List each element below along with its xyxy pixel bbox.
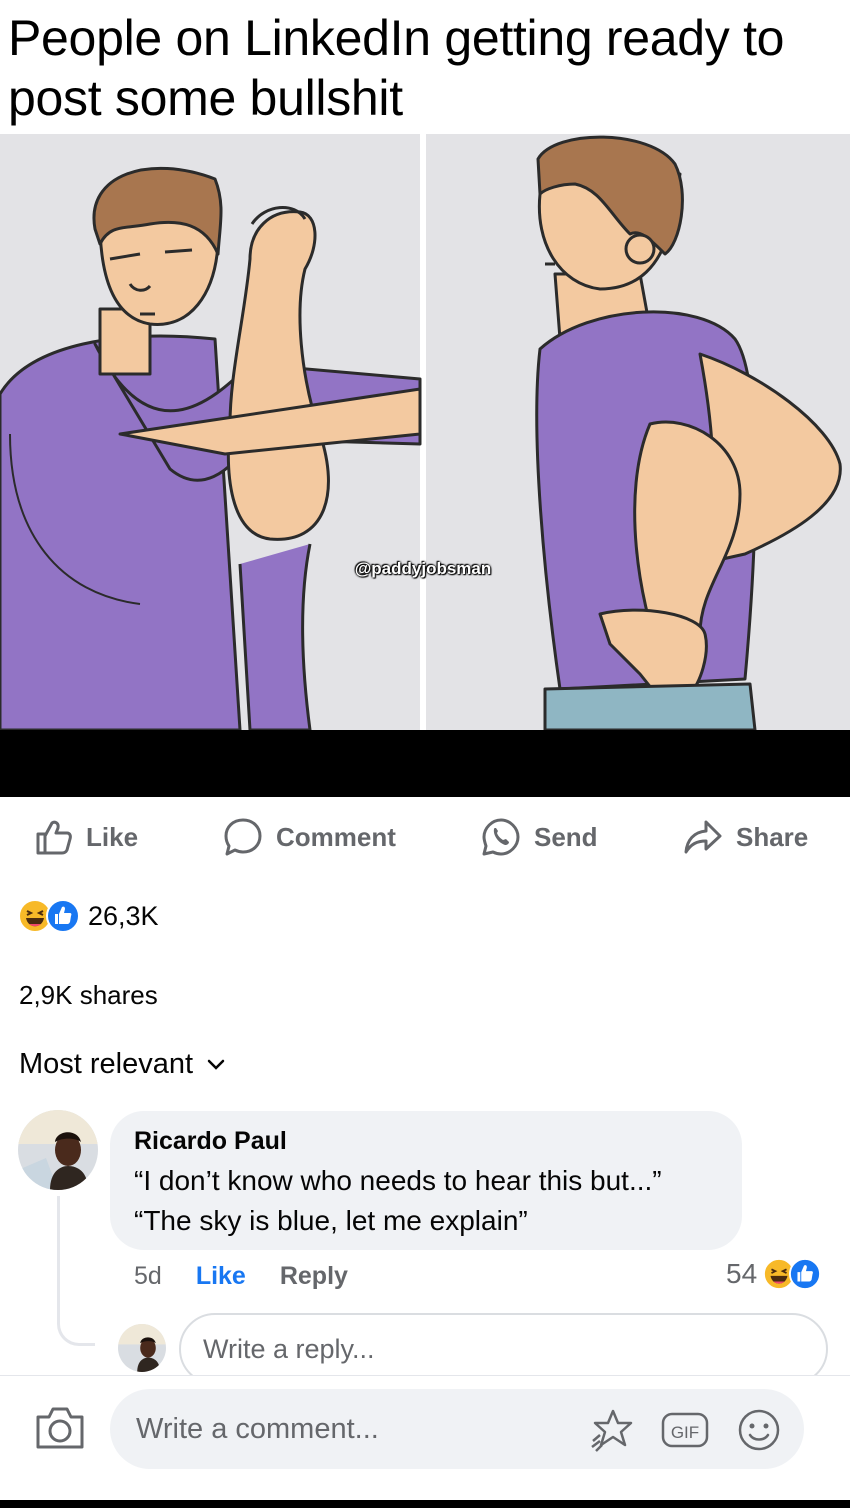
comment-input[interactable]: Write a comment... GIF	[110, 1389, 804, 1469]
like-button[interactable]: Like	[34, 806, 138, 868]
send-button[interactable]: Send	[480, 806, 598, 868]
share-arrow-icon	[684, 820, 722, 854]
reply-thread-line	[57, 1196, 95, 1346]
post-reactions[interactable]: 26,3K	[18, 896, 159, 936]
comment-line-1: “I don’t know who needs to hear this but…	[134, 1165, 662, 1196]
comment-reaction-count: 54	[726, 1258, 758, 1289]
comment-composer-bar: Write a comment... GIF	[0, 1375, 850, 1501]
send-label: Send	[534, 821, 598, 852]
comment-reply-button[interactable]: Reply	[280, 1262, 348, 1291]
post-action-bar: Like Comment Send Share	[0, 806, 850, 868]
reply-placeholder: Write a reply...	[203, 1333, 375, 1364]
user-avatar-image	[118, 1324, 166, 1372]
svg-text:GIF: GIF	[671, 1423, 699, 1442]
comment-like-button[interactable]: Like	[196, 1262, 246, 1291]
avatar[interactable]	[118, 1324, 166, 1372]
thumbs-up-icon	[36, 820, 72, 855]
comment-meta: 5d Like Reply	[134, 1258, 348, 1294]
like-reaction-icon	[46, 899, 80, 933]
comment-reactions[interactable]: 54	[726, 1256, 822, 1292]
share-label: Share	[736, 821, 809, 852]
watermark: @paddyjobsman	[354, 559, 492, 578]
image-letterbox	[0, 730, 850, 797]
meme-caption: People on LinkedIn getting ready to post…	[0, 0, 850, 134]
avatar[interactable]	[18, 1110, 98, 1190]
gif-icon[interactable]: GIF	[660, 1405, 710, 1455]
comment-time[interactable]: 5d	[134, 1262, 162, 1291]
comment-line-2: “The sky is blue, let me explain”	[134, 1205, 528, 1236]
meme-illustration	[0, 134, 850, 730]
screen-bottom-edge	[0, 1500, 850, 1508]
reaction-count: 26,3K	[88, 900, 159, 931]
share-button[interactable]: Share	[682, 806, 808, 868]
speech-bubble-icon	[224, 818, 262, 856]
like-label: Like	[86, 821, 139, 852]
comment-button[interactable]: Comment	[222, 806, 396, 868]
comment-author[interactable]: Ricardo Paul	[134, 1125, 718, 1157]
commenter-avatar-image	[18, 1110, 98, 1190]
sticker-icon[interactable]	[588, 1405, 638, 1455]
comment-sort-dropdown[interactable]: Most relevant	[19, 1048, 225, 1081]
comment-placeholder: Write a comment...	[136, 1412, 379, 1445]
meme-image[interactable]	[0, 134, 850, 730]
emoji-icon[interactable]	[734, 1405, 784, 1455]
chevron-down-icon	[207, 1059, 225, 1070]
whatsapp-icon	[482, 818, 520, 856]
sort-label: Most relevant	[19, 1048, 194, 1080]
camera-icon[interactable]	[34, 1405, 86, 1451]
comment-text: “I don’t know who needs to hear this but…	[134, 1161, 718, 1241]
comment-label: Comment	[276, 821, 396, 852]
share-count[interactable]: 2,9K shares	[19, 980, 158, 1011]
like-reaction-icon	[789, 1258, 822, 1290]
comment-bubble[interactable]: Ricardo Paul “I don’t know who needs to …	[110, 1111, 742, 1250]
